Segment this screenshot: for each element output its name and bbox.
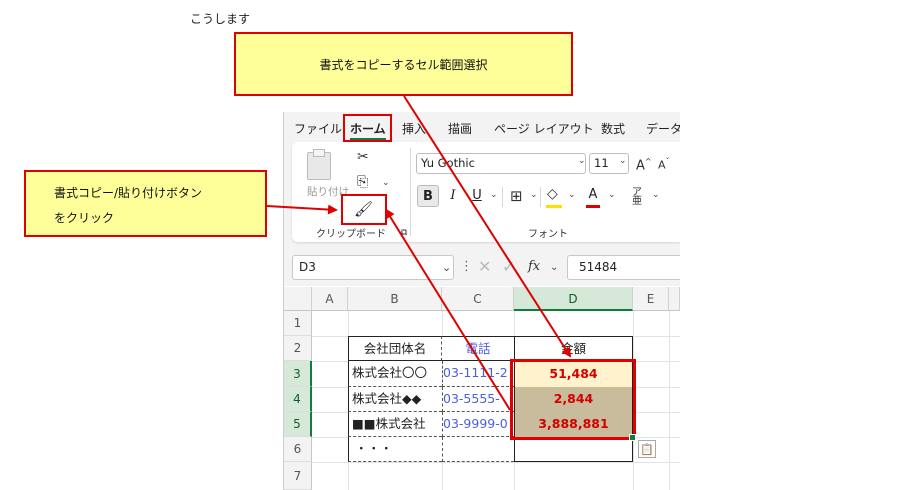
- arrow-to-selection: [403, 95, 572, 358]
- arrow-to-format-painter: [384, 208, 511, 411]
- arrow-callout-to-button: [266, 204, 338, 215]
- annotation-arrows: [266, 95, 572, 411]
